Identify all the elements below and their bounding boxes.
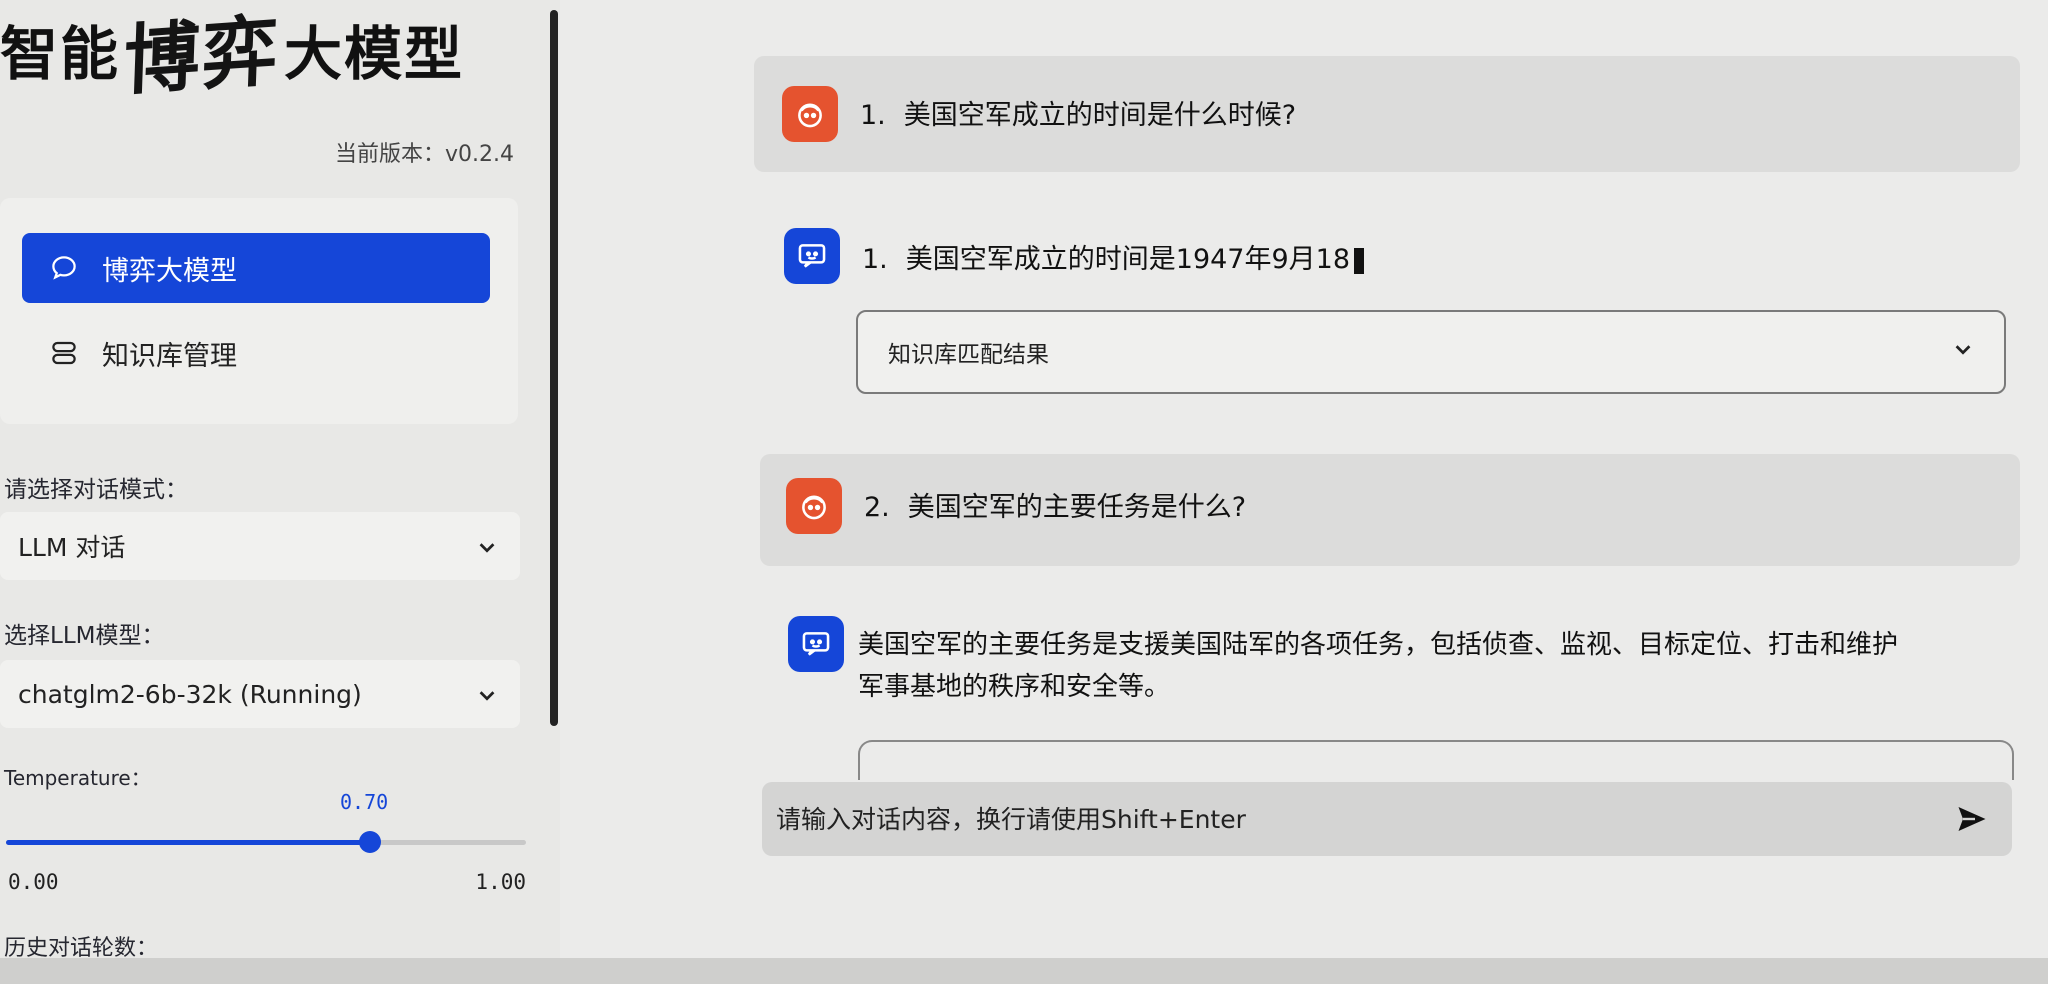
slider-max: 1.00 bbox=[475, 870, 526, 894]
app-logo: 智能 博弈 大模型 bbox=[0, 5, 465, 105]
knowledge-match-expander[interactable]: 知识库匹配结果 bbox=[856, 310, 2006, 394]
message-text: 美国空军的主要任务是支援美国陆军的各项任务，包括侦查、监视、目标定位、打击和维护… bbox=[858, 624, 1898, 708]
mode-label: 请选择对话模式： bbox=[4, 477, 188, 503]
logo-text-2: 大模型 bbox=[284, 20, 465, 88]
model-select[interactable]: chatglm2-6b-32k (Running) bbox=[0, 660, 520, 728]
mode-select-value: LLM 对话 bbox=[18, 533, 126, 562]
message-text: 1. 美国空军成立的时间是什么时候? bbox=[860, 94, 1296, 138]
logo-text-calligraphy: 博弈 bbox=[122, 5, 282, 106]
knowledge-match-expander-partial[interactable] bbox=[858, 740, 2014, 780]
list-number: 1. bbox=[860, 100, 886, 131]
user-avatar-icon bbox=[786, 478, 842, 534]
message-content-line: 军事基地的秩序和安全等。 bbox=[858, 672, 1171, 702]
slider-thumb[interactable] bbox=[359, 831, 381, 853]
assistant-avatar-icon bbox=[784, 228, 840, 284]
temperature-value: 0.70 bbox=[340, 790, 389, 814]
message-content: 美国空军成立的时间是1947年9月18 bbox=[905, 244, 1351, 275]
list-number: 2. bbox=[864, 492, 890, 523]
message-text: 2. 美国空军的主要任务是什么? bbox=[864, 486, 1246, 530]
database-icon bbox=[48, 337, 80, 369]
slider-fill bbox=[6, 840, 370, 845]
expander-label: 知识库匹配结果 bbox=[888, 342, 1049, 368]
chat-bubble-icon bbox=[48, 252, 80, 284]
list-number: 1. bbox=[862, 244, 888, 275]
slider-min: 0.00 bbox=[8, 870, 59, 894]
version-label: 当前版本：v0.2.4 bbox=[335, 142, 514, 167]
nav-item-label: 知识库管理 bbox=[102, 340, 237, 372]
sidebar: 智能 博弈 大模型 当前版本：v0.2.4 博弈大模型 知识库管理 请选择对话模… bbox=[0, 0, 560, 984]
message-content-line: 美国空军的主要任务是支援美国陆军的各项任务，包括侦查、监视、目标定位、打击和维护 bbox=[858, 630, 1899, 660]
send-icon[interactable] bbox=[1950, 797, 1994, 841]
nav-item-label: 博弈大模型 bbox=[102, 255, 237, 287]
model-label: 选择LLM模型： bbox=[4, 623, 165, 649]
logo-text-1: 智能 bbox=[0, 20, 121, 88]
temperature-label: Temperature： bbox=[4, 766, 151, 790]
mode-select[interactable]: LLM 对话 bbox=[0, 512, 520, 580]
assistant-avatar-icon bbox=[788, 616, 844, 672]
chevron-down-icon bbox=[1952, 338, 1974, 366]
chat-input[interactable] bbox=[776, 804, 1876, 834]
message-content: 美国空军的主要任务是什么? bbox=[907, 492, 1247, 523]
chat-input-bar bbox=[762, 782, 2012, 856]
sidebar-scrollbar[interactable] bbox=[550, 10, 558, 726]
nav-item-game-model[interactable]: 博弈大模型 bbox=[22, 233, 490, 303]
bottom-edge bbox=[0, 958, 2048, 984]
model-select-value: chatglm2-6b-32k (Running) bbox=[18, 679, 362, 709]
temperature-slider[interactable]: 0.70 0.00 1.00 bbox=[6, 790, 526, 900]
chevron-down-icon bbox=[476, 683, 498, 705]
nav-menu: 博弈大模型 知识库管理 bbox=[0, 198, 518, 424]
message-content: 美国空军成立的时间是什么时候? bbox=[903, 100, 1297, 131]
user-avatar-icon bbox=[782, 86, 838, 142]
chevron-down-icon bbox=[476, 535, 498, 557]
typing-cursor bbox=[1354, 247, 1365, 274]
nav-item-knowledge-base[interactable]: 知识库管理 bbox=[22, 318, 490, 388]
message-text: 1. 美国空军成立的时间是1947年9月18 bbox=[862, 238, 1365, 282]
